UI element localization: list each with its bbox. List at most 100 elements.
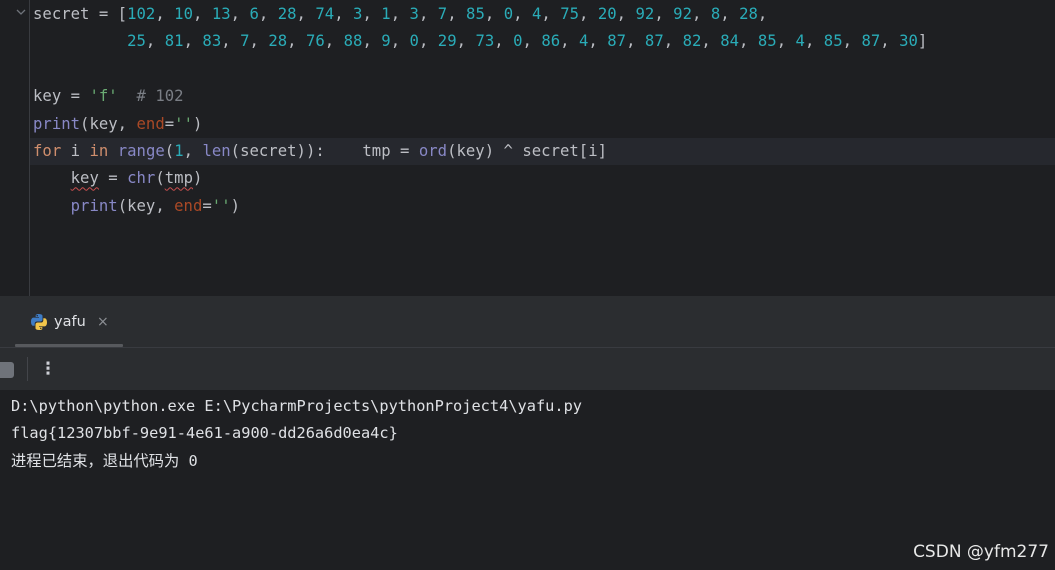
code-token: 85 — [823, 32, 843, 51]
code-token: 74 — [315, 5, 335, 23]
code-token: , — [418, 5, 438, 23]
code-token: , — [691, 5, 711, 23]
code-token: '' — [211, 196, 231, 215]
code-token: , — [390, 32, 410, 51]
code-token: , — [522, 32, 542, 51]
code-token: 10 — [174, 5, 193, 23]
code-token: , — [287, 32, 306, 51]
code-token: 7 — [437, 5, 448, 23]
more-options-icon[interactable]: ⋮ — [38, 358, 58, 380]
code-token: , — [739, 32, 758, 51]
code-token: , — [145, 32, 165, 51]
code-token: i — [61, 142, 90, 160]
code-token: ( — [155, 169, 165, 188]
code-token: , — [456, 32, 476, 51]
code-token: end — [136, 114, 165, 133]
code-token: key — [70, 169, 99, 188]
code-token: , — [663, 32, 683, 51]
run-tab-yafu[interactable]: yafu × — [18, 297, 123, 348]
stop-button[interactable] — [0, 362, 14, 378]
code-token: , — [776, 32, 796, 51]
code-token: , — [362, 32, 382, 51]
code-token: , — [334, 5, 354, 23]
code-token: ] — [917, 32, 928, 51]
code-token: = — [98, 169, 128, 188]
toolbar-separator — [27, 357, 28, 381]
code-token: 81 — [164, 32, 184, 51]
code-token: , — [842, 32, 862, 51]
code-token: print — [33, 114, 81, 133]
code-editor[interactable]: secret = [102, 10, 13, 6, 28, 74, 3, 1, … — [0, 0, 1055, 296]
code-line: print(key, end='') — [33, 111, 202, 138]
code-token: ) — [193, 169, 203, 188]
code-token: ( — [164, 142, 175, 160]
code-token: 9 — [381, 32, 391, 51]
code-token: in — [89, 142, 109, 160]
code-token: 29 — [437, 32, 457, 51]
code-token: 75 — [560, 5, 580, 23]
code-token: , — [616, 5, 636, 23]
code-token: , — [484, 5, 504, 23]
code-token: print — [70, 196, 118, 215]
code-token: 85 — [466, 5, 485, 23]
console-line-command: D:\python\python.exe E:\PycharmProjects\… — [11, 397, 582, 415]
code-token: , — [390, 5, 410, 23]
code-token: , — [626, 32, 645, 51]
code-token: 87 — [644, 32, 664, 51]
code-token: 85 — [757, 32, 777, 51]
code-token: , — [541, 5, 561, 23]
code-line: print(key, end='') — [33, 193, 240, 220]
code-token: 4 — [579, 32, 589, 51]
ide-window: secret = [102, 10, 13, 6, 28, 74, 3, 1, … — [0, 0, 1055, 570]
code-token: (key, — [80, 114, 137, 133]
code-token: , — [880, 32, 900, 51]
python-icon — [30, 313, 48, 331]
fold-chevron-icon[interactable] — [15, 6, 27, 18]
run-toolbar: ⋮ — [0, 348, 1055, 390]
code-token: 82 — [682, 32, 702, 51]
code-token: , — [494, 32, 514, 51]
code-token: , — [701, 32, 721, 51]
code-token: , — [362, 5, 382, 23]
run-tab-bar: yafu × — [0, 297, 1055, 348]
code-token: , — [324, 32, 344, 51]
code-line: key = 'f' # 102 — [33, 83, 184, 110]
code-token: (key, — [117, 196, 175, 215]
code-token: = — [202, 196, 212, 215]
code-token: , — [513, 5, 532, 23]
code-token: , — [579, 5, 598, 23]
console-line-flag: flag{12307bbf-9e91-4e61-a900-dd26a6d0ea4… — [11, 424, 398, 442]
code-token: (key) ^ secret[i] — [447, 142, 608, 160]
code-token: 92 — [635, 5, 655, 23]
run-tab-label: yafu — [54, 314, 86, 330]
code-token: end — [174, 196, 203, 215]
code-token: 0 — [503, 5, 514, 23]
code-token: 84 — [720, 32, 740, 51]
code-token: , — [249, 32, 269, 51]
code-token: 13 — [211, 5, 231, 23]
code-token: ord — [418, 142, 448, 160]
code-token: , — [447, 5, 467, 23]
run-console-output[interactable]: D:\python\python.exe E:\PycharmProjects\… — [0, 390, 1055, 570]
code-token: # 102 — [136, 87, 184, 106]
code-token: 28 — [268, 32, 288, 51]
code-token: secret = [ — [33, 5, 128, 23]
code-line: 25, 81, 83, 7, 28, 76, 88, 9, 0, 29, 73,… — [33, 28, 927, 55]
code-token: chr — [127, 169, 156, 188]
code-token: , — [804, 32, 824, 51]
code-token: tmp — [164, 169, 193, 188]
close-icon[interactable]: × — [97, 312, 109, 332]
code-token: 8 — [710, 5, 721, 23]
code-token: , — [192, 5, 212, 23]
code-token: , — [183, 142, 203, 160]
code-token: 0 — [409, 32, 419, 51]
code-token: , — [221, 32, 241, 51]
code-token: 92 — [673, 5, 692, 23]
code-line: for i in range(1, len(secret)): tmp = or… — [33, 138, 607, 165]
code-token: , — [757, 5, 768, 23]
code-token: 76 — [305, 32, 325, 51]
